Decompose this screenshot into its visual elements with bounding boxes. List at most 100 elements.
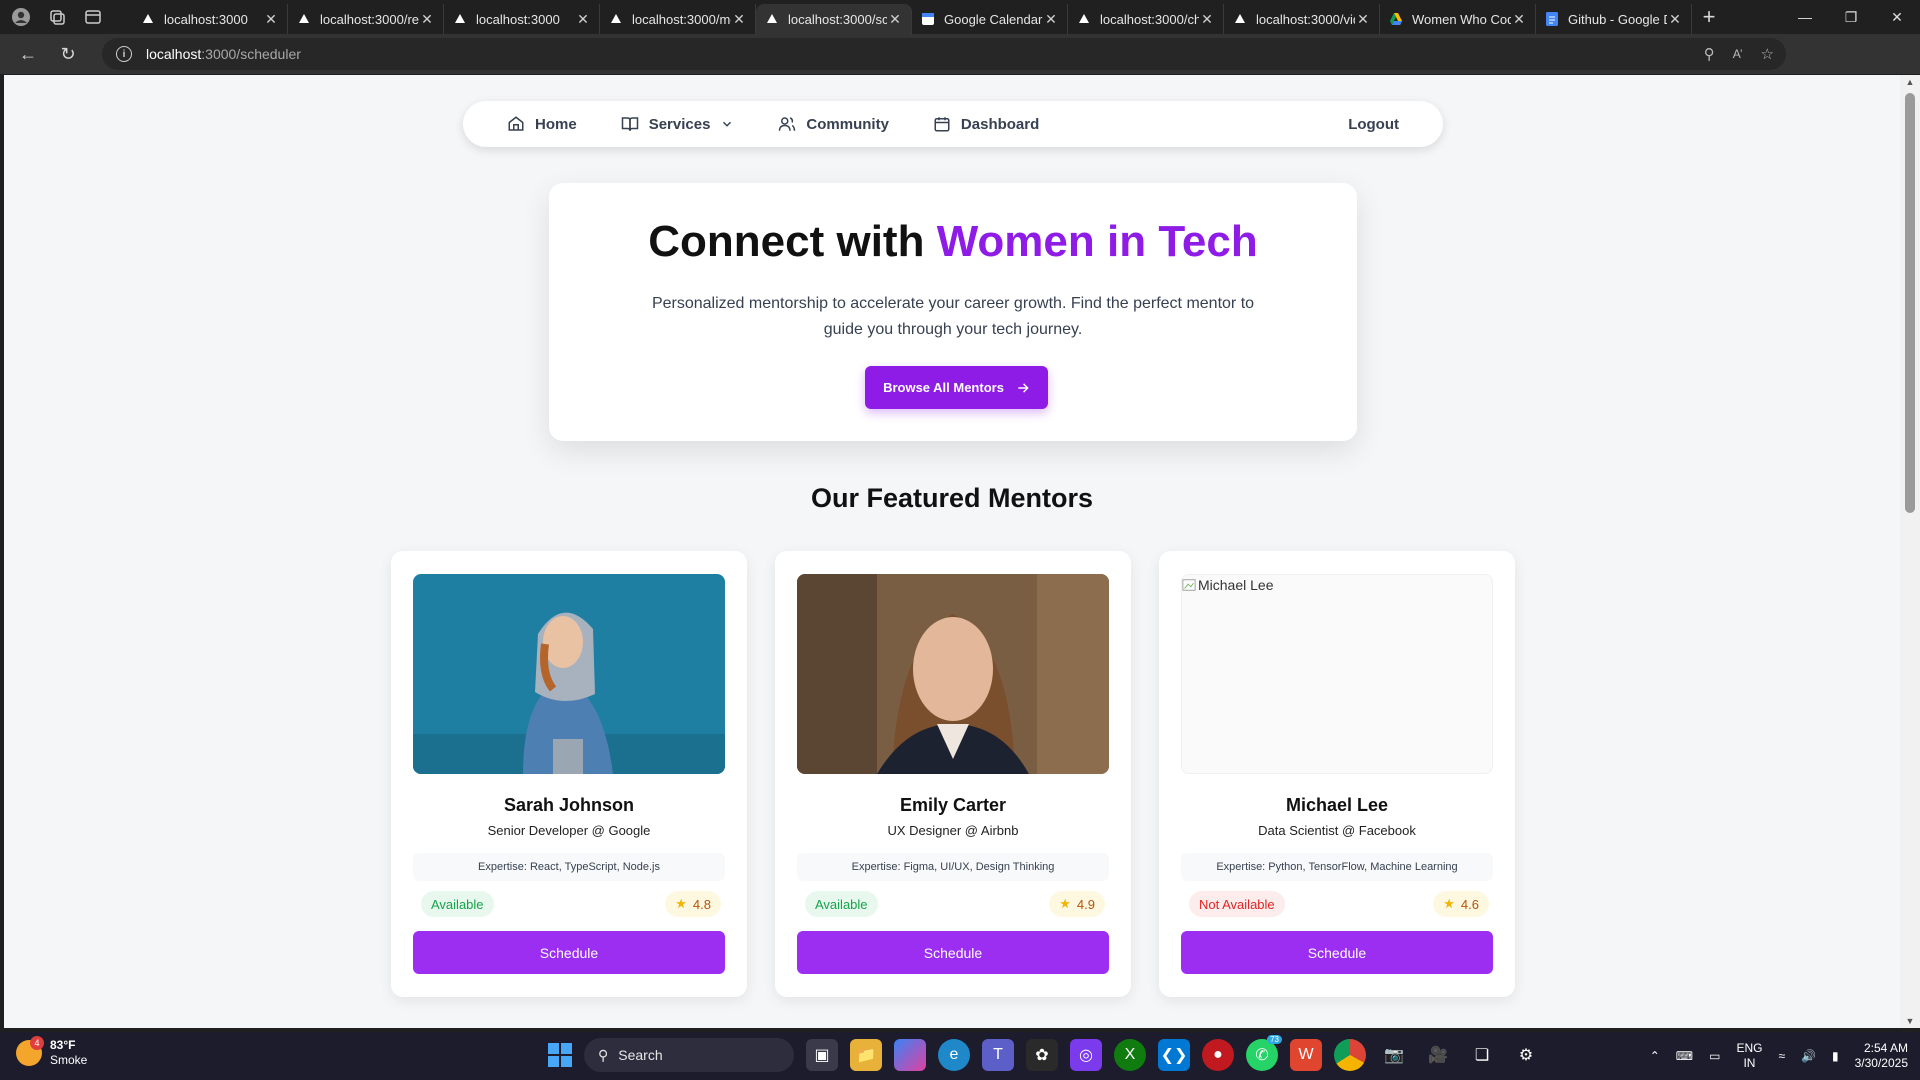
vercel-triangle-icon — [452, 11, 468, 27]
minimize-button[interactable]: — — [1782, 0, 1828, 34]
restore-button[interactable]: ❐ — [1828, 0, 1874, 34]
home-icon — [508, 116, 524, 131]
status-badge: Available — [421, 891, 494, 917]
tab-close-icon[interactable]: ✕ — [1355, 11, 1371, 28]
schedule-button[interactable]: Schedule — [413, 931, 725, 974]
podcast-icon[interactable]: ◎ — [1070, 1039, 1102, 1071]
nav-community[interactable]: Community — [778, 115, 889, 133]
battery-icon[interactable]: ▮ — [1832, 1049, 1839, 1063]
tab-close-icon[interactable]: ✕ — [419, 11, 435, 28]
tab-close-icon[interactable]: ✕ — [263, 11, 279, 28]
tab-close-icon[interactable]: ✕ — [1043, 11, 1059, 28]
snip-icon[interactable]: ❏ — [1466, 1039, 1498, 1071]
volume-icon[interactable]: 🔊 — [1801, 1049, 1816, 1063]
browser-tab[interactable]: localhost:3000/ch ✕ — [1068, 4, 1224, 34]
broken-image-alt-text: Michael Lee — [1198, 577, 1274, 593]
hero-description: Personalized mentorship to accelerate yo… — [651, 295, 1255, 338]
tab-close-icon[interactable]: ✕ — [1199, 11, 1215, 28]
chevron-up-icon[interactable]: ⌃ — [1650, 1049, 1660, 1063]
weather-sun-icon: 4 — [16, 1036, 44, 1066]
scroll-down-arrow[interactable]: ▼ — [1904, 1016, 1916, 1026]
chatgpt-icon[interactable]: ✿ — [1026, 1039, 1058, 1071]
wifi-icon[interactable]: ≈ — [1778, 1049, 1785, 1063]
workspaces-icon[interactable] — [46, 6, 68, 28]
task-view-icon[interactable]: ▣ — [806, 1039, 838, 1071]
logout-button[interactable]: Logout — [1348, 116, 1399, 133]
nav-dashboard-label: Dashboard — [960, 115, 1040, 133]
file-explorer-icon[interactable]: 📁 — [850, 1039, 882, 1071]
refresh-button[interactable]: ↻ — [48, 34, 88, 74]
record-icon[interactable]: ● — [1202, 1039, 1234, 1071]
browser-tab[interactable]: localhost:3000/vid ✕ — [1224, 4, 1380, 34]
vscode-icon[interactable]: ❮❯ — [1158, 1039, 1190, 1071]
xbox-icon[interactable]: X — [1114, 1039, 1146, 1071]
new-tab-button[interactable]: + — [1692, 4, 1726, 30]
teams-icon[interactable]: T — [982, 1039, 1014, 1071]
settings-gear-icon[interactable]: ⚙ — [1510, 1039, 1542, 1071]
weather-badge: 4 — [30, 1036, 44, 1050]
browser-tab[interactable]: localhost:3000/sc ✕ — [756, 4, 912, 34]
video-icon[interactable]: 🎥 — [1422, 1039, 1454, 1071]
page-scrollbar[interactable]: ▲ ▼ — [1900, 75, 1920, 1028]
clock[interactable]: 2:54 AM 3/30/2025 — [1855, 1041, 1908, 1071]
copilot-app-icon[interactable] — [894, 1039, 926, 1071]
browser-tab[interactable]: Google Calendar ✕ — [912, 4, 1068, 34]
mentor-card: Emily Carter UX Designer @ Airbnb Expert… — [775, 551, 1131, 997]
tab-title: localhost:3000/vid — [1256, 11, 1355, 27]
mentor-photo — [413, 574, 725, 774]
close-window-button[interactable]: ✕ — [1874, 0, 1920, 34]
scrollbar-thumb[interactable] — [1905, 93, 1915, 513]
mentor-role: Senior Developer @ Google — [487, 823, 651, 838]
drive-icon — [1388, 11, 1404, 27]
tab-close-icon[interactable]: ✕ — [731, 11, 747, 28]
chrome-icon[interactable] — [1334, 1039, 1366, 1071]
address-bar-row: ← ↻ i localhost:3000/scheduler ⚲ A’ ☆ ★ … — [0, 34, 1920, 97]
schedule-button[interactable]: Schedule — [797, 931, 1109, 974]
taskbar-search-label: Search — [618, 1047, 663, 1063]
tab-close-icon[interactable]: ✕ — [1511, 11, 1527, 28]
windows-taskbar: 4 83°F Smoke ⚲ Search ▣ 📁 e T ✿ ◎ X ❮❯ ●… — [0, 1032, 1920, 1080]
taskbar-search[interactable]: ⚲ Search — [584, 1038, 794, 1072]
mentor-name: Emily Carter — [899, 795, 1007, 815]
nav-services[interactable]: Services — [621, 115, 735, 133]
browser-tab[interactable]: localhost:3000 ✕ — [132, 4, 288, 34]
lang-1: ENG — [1736, 1041, 1763, 1055]
nav-community-label: Community — [806, 115, 889, 133]
browser-tab[interactable]: localhost:3000/rec ✕ — [288, 4, 444, 34]
weather-widget[interactable]: 4 83°F Smoke — [16, 1036, 87, 1068]
keyboard-icon[interactable]: ⌨ — [1676, 1049, 1693, 1063]
mentor-photo-broken: Michael Lee — [1181, 574, 1493, 774]
users-icon — [779, 117, 796, 131]
language-indicator[interactable]: ENG IN — [1736, 1041, 1762, 1071]
rating-value: 4.9 — [1076, 896, 1095, 912]
tab-close-icon[interactable]: ✕ — [1667, 11, 1683, 28]
browser-tab[interactable]: Women Who Cod ✕ — [1380, 4, 1536, 34]
star-icon: ★ — [1059, 896, 1071, 911]
browser-tab-bar: localhost:3000 ✕ localhost:3000/rec ✕ localh… — [0, 0, 1920, 34]
schedule-button[interactable]: Schedule — [1181, 931, 1493, 974]
scroll-up-arrow[interactable]: ▲ — [1904, 77, 1916, 87]
site-info-icon[interactable]: i — [116, 46, 132, 62]
status-badge: Available — [805, 891, 878, 917]
tab-close-icon[interactable]: ✕ — [887, 11, 903, 28]
browser-tab[interactable]: localhost:3000 ✕ — [444, 4, 600, 34]
favorite-star-icon[interactable]: ☆ — [1761, 45, 1774, 63]
display-icon[interactable]: ▭ — [1709, 1049, 1720, 1063]
profile-icon[interactable] — [10, 6, 32, 28]
tab-close-icon[interactable]: ✕ — [575, 11, 591, 28]
vertical-tabs-icon[interactable] — [82, 6, 104, 28]
read-aloud-icon[interactable]: A’ — [1733, 47, 1743, 61]
browser-tab[interactable]: Github - Google D ✕ — [1536, 4, 1692, 34]
wps-icon[interactable]: W — [1290, 1039, 1322, 1071]
browse-mentors-button[interactable]: Browse All Mentors — [865, 366, 1048, 409]
edge-icon[interactable]: e — [938, 1039, 970, 1071]
address-field[interactable]: i localhost:3000/scheduler ⚲ A’ ☆ — [102, 38, 1786, 70]
zoom-icon[interactable]: ⚲ — [1704, 45, 1715, 63]
nav-home[interactable]: Home — [507, 115, 577, 133]
whatsapp-icon[interactable]: ✆ 73 — [1246, 1035, 1282, 1071]
browser-tab[interactable]: localhost:3000/me ✕ — [600, 4, 756, 34]
start-button[interactable] — [548, 1043, 572, 1067]
nav-dashboard[interactable]: Dashboard — [933, 115, 1039, 133]
back-button[interactable]: ← — [8, 34, 48, 74]
camera-icon[interactable]: 📷 — [1378, 1039, 1410, 1071]
